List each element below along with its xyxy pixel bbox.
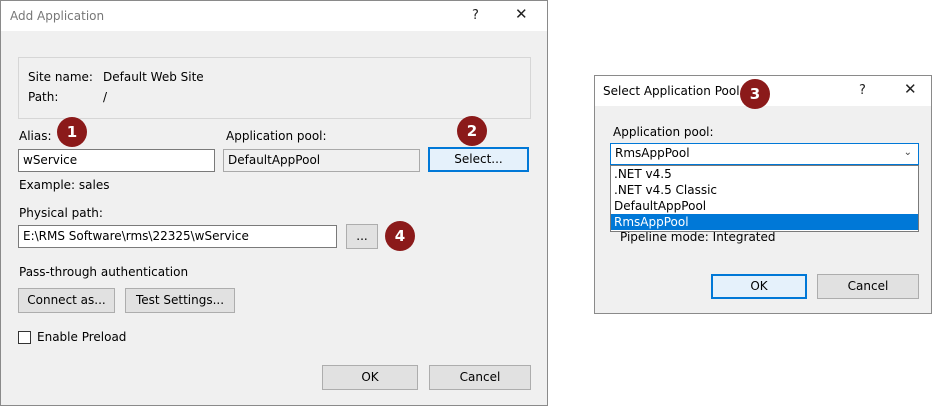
test-settings-button[interactable]: Test Settings...: [125, 288, 235, 313]
pool-dropdown-value: RmsAppPool: [615, 146, 690, 160]
alias-example: Example: sales: [19, 178, 110, 192]
pool-label: Application pool:: [613, 125, 714, 139]
pool-options-list: .NET v4.5 .NET v4.5 Classic DefaultAppPo…: [610, 165, 919, 232]
close-icon[interactable]: ✕: [515, 5, 528, 23]
alias-input[interactable]: wService: [18, 149, 215, 172]
step-badge-2: 2: [457, 116, 487, 146]
site-info-box: Site name: Default Web Site Path: /: [18, 57, 531, 119]
title-bar: Add Application ? ✕: [1, 1, 547, 31]
path-label: Path:: [28, 90, 59, 104]
path-value: /: [103, 90, 108, 104]
pipeline-mode: Pipeline mode: Integrated: [620, 230, 776, 244]
pool-option[interactable]: DefaultAppPool: [611, 198, 918, 214]
step-badge-3: 3: [740, 79, 770, 109]
site-name-value: Default Web Site: [103, 70, 204, 84]
step-badge-1: 1: [57, 117, 87, 147]
alias-label: Alias:: [19, 129, 52, 143]
pool-ok-button[interactable]: OK: [711, 274, 807, 299]
pool-cancel-button[interactable]: Cancel: [817, 274, 919, 299]
dialog-title: Add Application: [10, 9, 105, 23]
browse-button[interactable]: ...: [346, 224, 378, 249]
pool-dialog-title: Select Application Pool: [603, 84, 740, 98]
pass-through-label: Pass-through authentication: [19, 265, 189, 279]
pool-close-icon[interactable]: ✕: [904, 80, 917, 98]
connect-as-button[interactable]: Connect as...: [18, 288, 115, 313]
step-badge-4: 4: [385, 221, 415, 251]
app-pool-field: DefaultAppPool: [223, 149, 420, 172]
physical-path-input[interactable]: E:\RMS Software\rms\22325\wService: [18, 225, 337, 248]
cancel-button[interactable]: Cancel: [429, 365, 531, 390]
ok-button[interactable]: OK: [322, 365, 418, 390]
physical-path-label: Physical path:: [19, 206, 103, 220]
add-application-dialog: Add Application ? ✕ Site name: Default W…: [0, 0, 548, 406]
site-name-label: Site name:: [28, 70, 93, 84]
chevron-down-icon: ⌄: [903, 147, 912, 158]
select-button[interactable]: Select...: [428, 147, 529, 172]
select-application-pool-dialog: Select Application Pool ? ✕ 3 Applicatio…: [594, 75, 932, 314]
app-pool-label: Application pool:: [226, 129, 327, 143]
pool-option[interactable]: .NET v4.5 Classic: [611, 182, 918, 198]
pool-dropdown[interactable]: RmsAppPool ⌄: [610, 143, 919, 165]
pool-option[interactable]: .NET v4.5: [611, 166, 918, 182]
help-button[interactable]: ?: [472, 8, 479, 23]
pool-option-selected[interactable]: RmsAppPool: [611, 214, 918, 230]
enable-preload-label: Enable Preload: [37, 330, 127, 344]
enable-preload-checkbox[interactable]: [18, 331, 31, 344]
pool-help-button[interactable]: ?: [859, 83, 866, 98]
